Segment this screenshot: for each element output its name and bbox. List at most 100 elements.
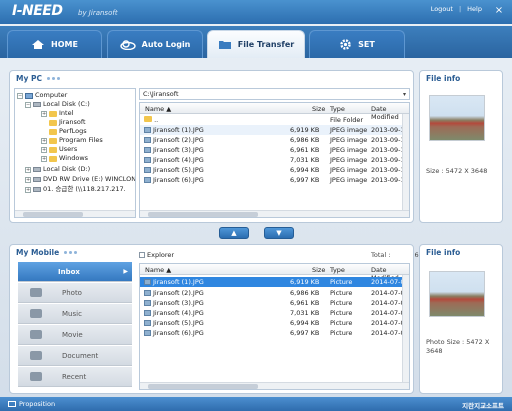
file-row[interactable]: Jiransoft (1).JPG 6,919 KB JPEG image 2013-… — [140, 125, 409, 135]
file-row[interactable]: Jiransoft (6).JPG 6,997 KB JPEG image 2013-… — [140, 175, 409, 185]
file-row[interactable]: Jiransoft (2).JPG 6,986 KB Picture 2014-07-… — [140, 288, 409, 298]
help-link[interactable]: Help — [467, 5, 482, 13]
scroll-thumb[interactable] — [148, 384, 258, 389]
col-name[interactable]: Name ▲ — [145, 105, 171, 113]
dvd-drive-icon — [33, 177, 41, 182]
explorer-toggle[interactable]: Explorer — [139, 251, 174, 259]
expand-toggle[interactable]: + — [25, 176, 31, 183]
photo-thumbnail — [429, 95, 485, 141]
sidebar-item-recent[interactable]: Recent — [18, 367, 132, 387]
tree-label: Local Disk (D:) — [43, 165, 91, 173]
list-vertical-scrollbar[interactable] — [402, 275, 409, 382]
file-info-title: File info — [426, 74, 461, 83]
tree-node[interactable]: + Users — [41, 145, 77, 154]
file-row[interactable]: Jiransoft (5).JPG 6,994 KB JPEG image 2013-… — [140, 165, 409, 175]
sidebar-item-inbox[interactable]: Inbox ▶ — [18, 262, 132, 282]
file-type: JPEG image — [330, 126, 368, 134]
file-name: Jiransoft (3).JPG — [153, 146, 204, 154]
tree-node[interactable]: + Windows — [41, 154, 88, 163]
col-size[interactable]: Size — [312, 266, 325, 274]
list-vertical-scrollbar[interactable] — [402, 114, 409, 210]
mobile-file-list[interactable]: Name ▲ Size Type Date Modified Jiransoft… — [139, 263, 410, 390]
folder-icon — [218, 41, 231, 49]
file-info-panel-top: File info Size : 5472 X 3648 — [419, 70, 503, 223]
company-name: 지란지교소프트 — [462, 402, 504, 410]
footer-bar: Proposition 지란지교소프트 — [0, 397, 512, 411]
file-row[interactable]: Jiransoft (3).JPG 6,961 KB JPEG image 2013-… — [140, 145, 409, 155]
expand-toggle[interactable]: + — [41, 137, 47, 144]
sidebar-item-music[interactable]: Music — [18, 304, 132, 324]
photo-size-text: Photo Size : 5472 X 3648 — [426, 338, 490, 355]
expand-toggle[interactable]: + — [41, 155, 47, 162]
list-horizontal-scrollbar[interactable] — [140, 210, 409, 217]
drive-icon — [33, 102, 41, 107]
col-size[interactable]: Size — [312, 105, 325, 113]
file-type: Picture — [330, 309, 353, 317]
file-info-title: File info — [426, 248, 461, 257]
file-name: Jiransoft (3).JPG — [153, 299, 204, 307]
proposition-label: Proposition — [19, 400, 56, 408]
tree-node[interactable]: + DVD RW Drive (E:) WINCLON — [25, 175, 135, 184]
tree-horizontal-scrollbar[interactable] — [15, 210, 135, 217]
file-row[interactable]: Jiransoft (4).JPG 7,031 KB Picture 2014-07-… — [140, 308, 409, 318]
tree-node[interactable]: + Local Disk (D:) — [25, 165, 90, 174]
tree-node[interactable]: − Local Disk (C:) — [25, 100, 90, 109]
col-name[interactable]: Name ▲ — [145, 266, 171, 274]
expand-toggle[interactable]: + — [41, 110, 47, 117]
expand-toggle[interactable]: − — [17, 92, 23, 99]
file-type: Picture — [330, 329, 353, 337]
file-row[interactable]: Jiransoft (5).JPG 6,994 KB Picture 2014-07-… — [140, 318, 409, 328]
file-row[interactable]: .. File Folder — [140, 115, 409, 125]
file-type: JPEG image — [330, 156, 368, 164]
tree-label: Computer — [35, 91, 68, 99]
file-row[interactable]: Jiransoft (3).JPG 6,961 KB Picture 2014-07-… — [140, 298, 409, 308]
expand-toggle[interactable]: + — [41, 146, 47, 153]
image-file-icon — [144, 137, 151, 143]
list-horizontal-scrollbar[interactable] — [140, 382, 409, 389]
col-type[interactable]: Type — [330, 105, 345, 113]
file-size: 7,031 KB — [290, 309, 320, 317]
file-row[interactable]: Jiransoft (2).JPG 6,986 KB JPEG image 2013-… — [140, 135, 409, 145]
tree-node[interactable]: Jiransoft — [49, 118, 86, 127]
upload-to-pc-button[interactable]: ▲ — [219, 227, 249, 239]
close-icon[interactable]: × — [492, 4, 506, 18]
expand-toggle[interactable]: − — [25, 101, 31, 108]
proposition-link[interactable]: Proposition — [8, 400, 55, 408]
sidebar-item-photo[interactable]: Photo — [18, 283, 132, 303]
sidebar-item-movie[interactable]: Movie — [18, 325, 132, 345]
tree-label: Local Disk (C:) — [43, 100, 90, 108]
expand-toggle[interactable]: + — [25, 186, 31, 193]
folder-icon — [49, 146, 57, 153]
tree-node[interactable]: + Intel — [41, 109, 73, 118]
explorer-label: Explorer — [147, 251, 175, 259]
photo-thumbnail — [429, 271, 485, 317]
title-links: Logout | Help — [431, 5, 482, 13]
explorer-checkbox[interactable] — [139, 252, 145, 258]
send-to-mobile-button[interactable]: ▼ — [264, 227, 294, 239]
tree-node[interactable]: PerfLogs — [49, 127, 87, 136]
file-row[interactable]: Jiransoft (1).JPG 6,919 KB Picture 2014-07-… — [140, 277, 409, 287]
folder-tree[interactable]: − Computer − Local Disk (C:) + Intel Jirans… — [14, 88, 136, 218]
tree-label: Jiransoft — [59, 118, 86, 126]
chevron-down-icon[interactable]: ▾ — [403, 89, 406, 100]
tab-file-transfer[interactable]: File Transfer — [207, 30, 305, 58]
tab-auto-login[interactable]: Auto Login — [107, 30, 203, 58]
tree-node[interactable]: − Computer — [17, 91, 67, 100]
tab-home[interactable]: HOME — [7, 30, 102, 58]
col-type[interactable]: Type — [330, 266, 345, 274]
tree-label: PerfLogs — [59, 127, 87, 135]
clock-icon — [30, 372, 42, 381]
tree-node[interactable]: +01. 승급한 (\\118.217.217. — [25, 185, 126, 194]
file-size: 6,994 KB — [290, 319, 320, 327]
sidebar-item-document[interactable]: Document — [18, 346, 132, 366]
file-row[interactable]: Jiransoft (6).JPG 6,997 KB Picture 2014-07-… — [140, 328, 409, 338]
tab-set[interactable]: SET — [309, 30, 405, 58]
path-combobox[interactable]: C:\Jiransoft ▾ — [139, 88, 410, 100]
logout-link[interactable]: Logout — [431, 5, 453, 13]
pc-file-list[interactable]: Name ▲ Size Type Date Modified .. File Fo… — [139, 102, 410, 218]
tree-node[interactable]: + Program Files — [41, 136, 103, 145]
expand-toggle[interactable]: + — [25, 166, 31, 173]
scroll-thumb[interactable] — [23, 212, 83, 217]
scroll-thumb[interactable] — [148, 212, 258, 217]
file-row[interactable]: Jiransoft (4).JPG 7,031 KB JPEG image 2013-… — [140, 155, 409, 165]
